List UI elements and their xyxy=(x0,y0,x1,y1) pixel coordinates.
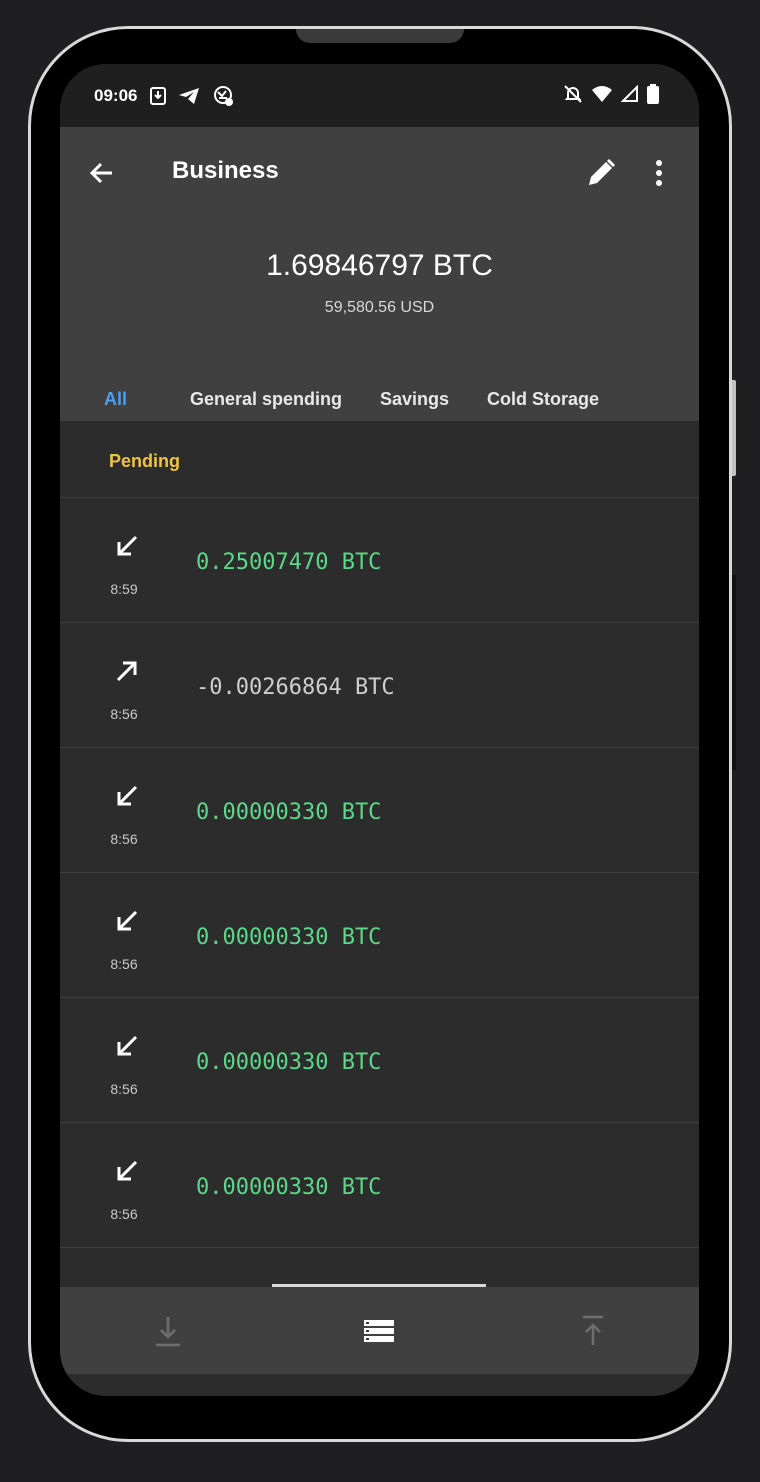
side-button xyxy=(732,380,736,476)
send-button[interactable] xyxy=(573,1313,613,1349)
status-bar: 09:06 xyxy=(60,64,699,127)
more-vert-icon xyxy=(656,160,662,186)
signal-icon xyxy=(620,84,639,108)
transaction-time: 8:56 xyxy=(110,956,138,972)
phone-notch xyxy=(296,29,464,43)
list-icon xyxy=(364,1320,394,1342)
receive-button[interactable] xyxy=(148,1313,188,1349)
status-left-icons xyxy=(150,84,236,113)
pending-label: Pending xyxy=(109,451,180,471)
status-right-icons xyxy=(563,84,659,109)
transaction-time: 8:56 xyxy=(110,831,138,847)
transaction-amount: 0.00000330 BTC xyxy=(196,800,382,825)
more-options-button[interactable] xyxy=(641,155,677,191)
screen: 09:06 Business 1.69846797 BTC 59,580.56 … xyxy=(60,64,699,1396)
balance-area: 1.69846797 BTC 59,580.56 USD xyxy=(60,219,699,321)
transaction-row[interactable]: 8:56 0.00000330 BTC xyxy=(60,873,699,998)
arrow-incoming-icon xyxy=(117,785,138,806)
transaction-row[interactable]: 8:56 0.00000330 BTC xyxy=(60,748,699,873)
arrow-back-icon xyxy=(89,162,112,184)
bottom-navigation xyxy=(60,1284,699,1374)
app-bar: Business xyxy=(60,127,699,219)
transaction-row[interactable]: 8:56 0.00000330 BTC xyxy=(60,1123,699,1248)
transactions-list-button[interactable] xyxy=(358,1313,398,1349)
app-notification-icon xyxy=(212,84,236,113)
tab-general-spending[interactable]: General spending xyxy=(190,389,342,410)
transaction-row[interactable]: 8:59 0.25007470 BTC xyxy=(60,498,699,623)
transaction-row[interactable]: 8:56 0.00000330 BTC xyxy=(60,998,699,1123)
transaction-amount: -0.00266864 BTC xyxy=(196,675,395,700)
arrow-incoming-icon xyxy=(117,1160,138,1181)
battery-icon xyxy=(647,84,659,109)
download-notification-icon xyxy=(150,87,166,110)
pending-header: Pending xyxy=(60,421,699,498)
arrow-outgoing-icon xyxy=(116,661,137,682)
transaction-row[interactable]: 8:56 -0.00266864 BTC xyxy=(60,623,699,748)
arrow-incoming-icon xyxy=(117,910,138,931)
tab-all[interactable]: All xyxy=(104,389,127,410)
tab-savings[interactable]: Savings xyxy=(380,389,449,410)
edit-button[interactable] xyxy=(583,155,619,191)
transaction-amount: 0.00000330 BTC xyxy=(196,925,382,950)
transaction-time: 8:56 xyxy=(110,706,138,722)
transaction-list: 8:59 0.25007470 BTC 8:56 -0.00266864 BTC… xyxy=(60,498,699,1248)
status-time: 09:06 xyxy=(94,86,138,105)
wifi-icon xyxy=(591,85,613,108)
side-button xyxy=(732,575,736,770)
pencil-icon xyxy=(589,158,616,185)
balance-fiat: 59,580.56 USD xyxy=(324,299,435,316)
transaction-time: 8:56 xyxy=(110,1206,138,1222)
tab-cold-storage[interactable]: Cold Storage xyxy=(487,389,599,410)
page-title: Business xyxy=(172,157,279,184)
arrow-incoming-icon xyxy=(117,535,138,556)
account-tabs: All General spending Savings Cold Storag… xyxy=(60,321,699,421)
receive-icon xyxy=(156,1317,180,1347)
send-icon xyxy=(583,1315,603,1345)
back-button[interactable] xyxy=(84,155,120,191)
bell-off-icon xyxy=(563,84,583,109)
gesture-handle xyxy=(272,1284,486,1287)
arrow-incoming-icon xyxy=(117,1035,138,1056)
balance-btc: 1.69846797 BTC xyxy=(266,249,493,282)
transaction-amount: 0.00000330 BTC xyxy=(196,1175,382,1200)
telegram-icon xyxy=(178,87,200,110)
transaction-time: 8:56 xyxy=(110,1081,138,1097)
transaction-amount: 0.00000330 BTC xyxy=(196,1050,382,1075)
transaction-amount: 0.25007470 BTC xyxy=(196,550,382,575)
transaction-time: 8:59 xyxy=(110,581,138,597)
